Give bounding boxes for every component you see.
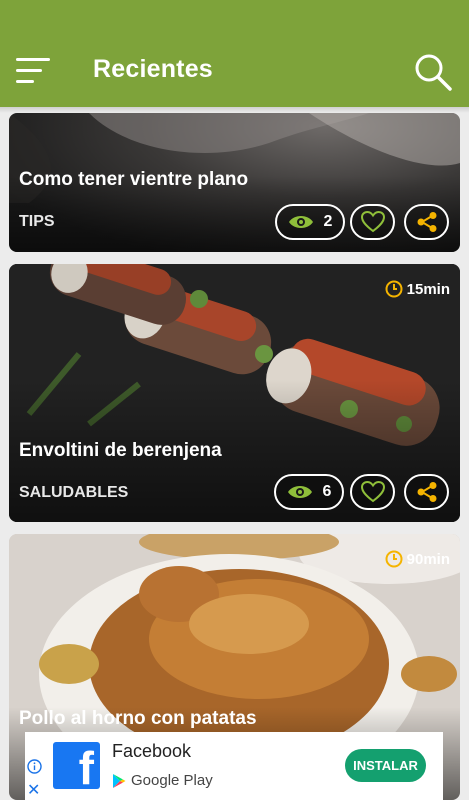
views-counter[interactable]: 2 — [275, 204, 345, 240]
close-ad-icon[interactable]: ✕ — [27, 780, 40, 800]
app-bar: Recientes — [0, 0, 469, 107]
recipe-category: SALUDABLES — [19, 484, 129, 501]
facebook-logo: f — [53, 742, 100, 794]
eye-icon — [287, 486, 312, 498]
heart-icon — [360, 481, 385, 503]
eye-icon — [288, 216, 313, 228]
recipe-card[interactable]: Como tener vientre plano TIPS 2 — [9, 113, 460, 252]
share-button[interactable] — [404, 204, 449, 240]
recipe-title: Pollo al horno con patatas — [19, 708, 257, 729]
clock-icon — [385, 550, 403, 568]
ad-banner[interactable]: f Facebook Google Play INSTALAR ✕ — [25, 732, 443, 800]
cook-time: 90min — [385, 550, 450, 568]
cook-time-label: 15min — [406, 280, 450, 298]
search-icon[interactable] — [413, 52, 453, 92]
recipe-title: Envoltini de berenjena — [19, 440, 222, 461]
views-count: 2 — [323, 213, 333, 230]
info-icon[interactable] — [27, 759, 42, 774]
ad-store: Google Play — [112, 772, 213, 789]
share-icon — [417, 212, 436, 232]
share-button[interactable] — [404, 474, 449, 510]
ad-store-label: Google Play — [131, 772, 213, 789]
recipe-category: TIPS — [19, 213, 55, 230]
share-icon — [417, 482, 436, 502]
cook-time-label: 90min — [406, 550, 450, 568]
cook-time: 15min — [385, 280, 450, 298]
like-button[interactable] — [350, 204, 395, 240]
recipe-title: Como tener vientre plano — [19, 169, 249, 190]
google-play-icon — [113, 773, 126, 788]
views-count: 6 — [322, 483, 332, 500]
clock-icon — [385, 280, 403, 298]
menu-icon[interactable] — [16, 54, 54, 86]
page-title: Recientes — [93, 55, 213, 83]
recipe-card[interactable]: 15min Envoltini de berenjena SALUDABLES … — [9, 264, 460, 522]
install-button[interactable]: INSTALAR — [345, 749, 426, 782]
heart-icon — [360, 211, 385, 233]
views-counter[interactable]: 6 — [274, 474, 344, 510]
like-button[interactable] — [350, 474, 395, 510]
ad-app-name: Facebook — [112, 741, 192, 761]
